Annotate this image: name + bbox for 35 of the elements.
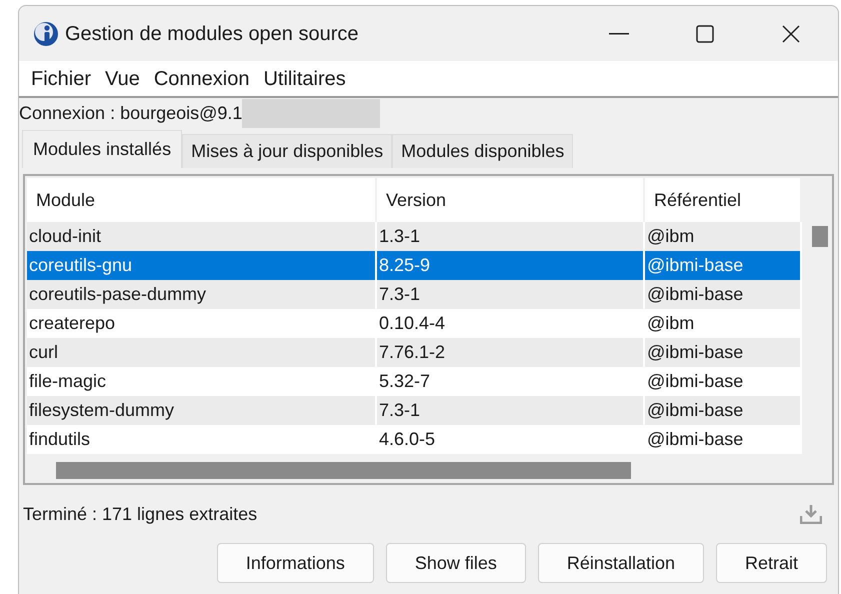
- tab[interactable]: Modules disponibles: [392, 134, 574, 168]
- table-row[interactable]: cloud-init 1.3-1 @ibm: [27, 222, 802, 251]
- table-row[interactable]: createrepo 0.10.4-4 @ibm: [27, 309, 802, 338]
- menu-item[interactable]: Connexion: [148, 64, 256, 94]
- table-row[interactable]: findutils 4.6.0-5 @ibmi-base: [27, 425, 802, 454]
- column-header[interactable]: Version: [377, 178, 645, 222]
- close-icon: [782, 24, 800, 42]
- minimize-icon: [609, 32, 629, 34]
- maximize-icon: [696, 24, 714, 42]
- menu-item[interactable]: Fichier: [25, 64, 98, 94]
- tab[interactable]: Mises à jour disponibles: [182, 134, 392, 168]
- action-button[interactable]: Show files: [386, 543, 526, 583]
- download-icon[interactable]: [800, 504, 822, 524]
- info-logo-icon: [33, 20, 59, 46]
- action-button[interactable]: Réinstallation: [538, 543, 704, 583]
- column-header[interactable]: Référentiel: [645, 178, 802, 222]
- status-text: Terminé : 171 lignes extraites: [23, 502, 258, 526]
- table-row[interactable]: coreutils-gnu 8.25-9 @ibmi-base: [27, 251, 802, 280]
- scroll-thumb[interactable]: [812, 226, 828, 247]
- column-header[interactable]: Module: [27, 178, 377, 222]
- connection-label: Connexion : bourgeois@9.1: [19, 102, 242, 125]
- menu-item[interactable]: Vue: [99, 64, 146, 94]
- menu-item[interactable]: Utilitaires: [257, 64, 352, 94]
- table-row[interactable]: curl 7.76.1-2 @ibmi-base: [27, 338, 802, 367]
- action-button[interactable]: Informations: [216, 543, 374, 583]
- table-row[interactable]: filesystem-dummy 7.3-1 @ibmi-base: [27, 396, 802, 425]
- table-cell: findutils: [27, 425, 377, 454]
- table-row[interactable]: coreutils-pase-dummy 7.3-1 @ibmi-base: [27, 280, 802, 309]
- table-row[interactable]: file-magic 5.32-7 @ibmi-base: [27, 367, 802, 396]
- action-button[interactable]: Retrait: [716, 543, 827, 583]
- tab[interactable]: Modules installés: [22, 130, 182, 168]
- window-title: Gestion de modules open source: [65, 22, 359, 46]
- horizontal-scrollbar-thumb[interactable]: [56, 462, 631, 478]
- table-cell: @ibmi-base: [645, 425, 802, 454]
- table-cell: 4.6.0-5: [377, 425, 645, 454]
